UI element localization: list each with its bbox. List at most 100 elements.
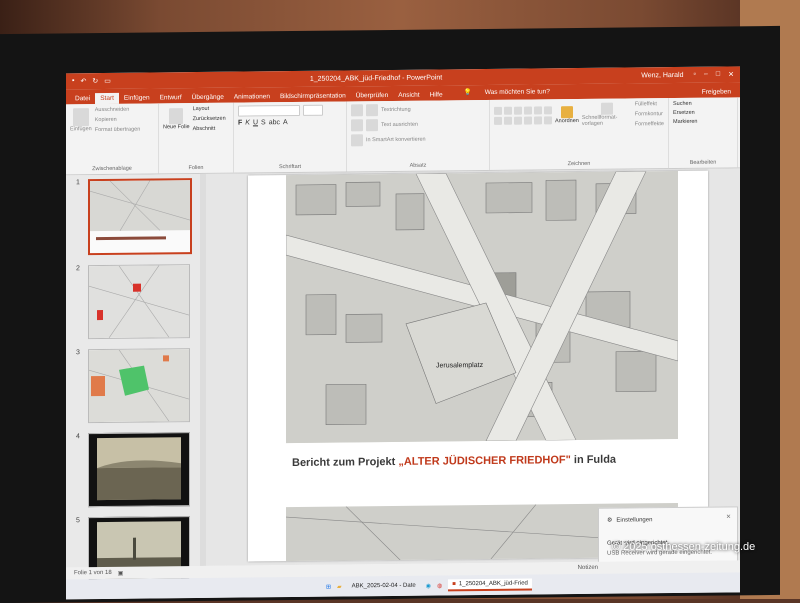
paragraph-label: Absatz: [409, 162, 427, 169]
arrange-icon: [560, 106, 573, 119]
toast-header: Einstellungen: [616, 516, 653, 524]
editing-label: Bearbeiten: [689, 159, 717, 166]
shapes-gallery[interactable]: [494, 106, 552, 125]
thumbnail-number: 1: [76, 179, 80, 187]
share-button[interactable]: Freigeben: [697, 86, 736, 97]
smartart-button[interactable]: In SmartArt konvertieren: [366, 137, 426, 144]
map-label: Jerusalemplatz: [436, 362, 484, 369]
tab-design[interactable]: Entwurf: [155, 92, 187, 103]
bold-icon[interactable]: F: [238, 120, 242, 127]
shape-fill-button[interactable]: Fülleffekt: [635, 101, 664, 107]
tab-help[interactable]: Hilfe: [425, 89, 448, 100]
taskbar-item-powerpoint[interactable]: ■ 1_250204_ABK_jüd-Fried: [448, 578, 532, 592]
taskbar-item-explorer[interactable]: ABK_2025-02-04 - Date: [348, 581, 420, 592]
minimize-icon[interactable]: –: [704, 71, 708, 79]
slide-thumbnails-pane: 1 2 3 4 5: [66, 173, 201, 592]
reset-button[interactable]: Zurücksetzen: [193, 116, 226, 122]
font-color-icon[interactable]: A: [283, 119, 288, 126]
strikethrough-icon[interactable]: abc: [269, 119, 280, 126]
underline-icon[interactable]: U: [253, 119, 258, 126]
cut-button[interactable]: Ausschneiden: [95, 107, 141, 113]
user-name[interactable]: Wenz, Harald: [641, 71, 683, 78]
monitor: ▪ ↶ ↻ ▭ 1_250204_ABK_jüd-Friedhof - Powe…: [0, 25, 780, 603]
settings-icon: ⚙: [607, 517, 613, 524]
notes-button[interactable]: Notizen: [578, 565, 598, 571]
redo-icon[interactable]: ↻: [92, 77, 98, 85]
tell-me-box[interactable]: 💡 Was möchten Sie tun?: [454, 83, 560, 100]
paste-button[interactable]: Einfügen: [70, 108, 92, 132]
font-group: F K U Sabc A Schriftart: [234, 101, 347, 173]
explorer-icon[interactable]: ▰: [337, 583, 342, 590]
thumbnail-number: 3: [76, 349, 80, 357]
columns-icon[interactable]: [351, 134, 363, 147]
quick-styles-button[interactable]: Schnellformat-vorlagen: [582, 102, 632, 127]
powerpoint-window: ▪ ↶ ↻ ▭ 1_250204_ABK_jüd-Friedhof - Powe…: [66, 66, 740, 600]
align-text-button[interactable]: Text ausrichten: [381, 122, 418, 128]
copy-button[interactable]: Kopieren: [95, 117, 141, 123]
close-icon[interactable]: ✕: [728, 70, 734, 78]
ribbon: Einfügen Ausschneiden Kopieren Format üb…: [66, 97, 740, 176]
slide-title: Bericht zum Projekt „ALTER JÜDISCHER FRI…: [292, 454, 616, 469]
powerpoint-icon: ■: [452, 581, 456, 588]
tab-animations[interactable]: Animationen: [229, 91, 275, 102]
edge-icon[interactable]: ◉: [426, 582, 431, 589]
tab-file[interactable]: Datei: [70, 93, 95, 104]
slides-group: Neue Folie Layout Zurücksetzen Abschnitt…: [159, 102, 234, 174]
new-slide-button[interactable]: Neue Folie: [163, 108, 190, 130]
tab-transitions[interactable]: Übergänge: [187, 92, 229, 103]
text-direction-button[interactable]: Textrichtung: [381, 107, 411, 113]
thumbnail-number: 4: [76, 433, 80, 441]
windows-start-icon[interactable]: ⊞: [326, 583, 331, 590]
arrange-button[interactable]: Anordnen: [555, 106, 579, 124]
new-slide-icon: [169, 108, 184, 125]
shape-outline-button[interactable]: Formkontur: [635, 111, 664, 117]
select-button[interactable]: Markieren: [673, 118, 733, 125]
layout-button[interactable]: Layout: [193, 106, 226, 112]
save-icon[interactable]: ▪: [72, 77, 74, 85]
chrome-icon[interactable]: ◍: [437, 582, 442, 589]
slide-canvas[interactable]: Jerusalemplatz Bericht zum Projekt „ALTE…: [248, 170, 708, 562]
thumbnail-scrollbar[interactable]: [200, 173, 206, 566]
align-center-icon[interactable]: [366, 119, 378, 132]
shape-effects-button[interactable]: Formeffekte: [635, 121, 664, 127]
editing-group: Suchen Ersetzen Markieren Bearbeiten: [669, 97, 738, 169]
tab-view[interactable]: Ansicht: [393, 90, 424, 101]
shadow-icon[interactable]: S: [261, 119, 266, 126]
tab-review[interactable]: Überprüfen: [351, 90, 394, 101]
tab-start[interactable]: Start: [95, 92, 119, 105]
bullets-icon[interactable]: [351, 104, 363, 117]
slide-title-highlight: „ALTER JÜDISCHER FRIEDHOF": [398, 454, 571, 468]
tab-insert[interactable]: Einfügen: [119, 92, 155, 103]
italic-icon[interactable]: K: [245, 119, 250, 126]
align-left-icon[interactable]: [351, 119, 363, 132]
slide-thumbnail-2[interactable]: [88, 264, 190, 340]
font-name-input[interactable]: [238, 104, 300, 117]
workspace: 1 2 3 4 5 Jerusalemplatz Bericht zum Pro…: [66, 168, 740, 592]
find-button[interactable]: Suchen: [673, 100, 733, 107]
numbering-icon[interactable]: [366, 104, 378, 117]
slides-label: Folien: [188, 164, 204, 172]
accessibility-icon[interactable]: ▣: [118, 569, 124, 576]
window-title: 1_250204_ABK_jüd-Friedhof - PowerPoint: [309, 73, 443, 83]
replace-button[interactable]: Ersetzen: [673, 109, 733, 116]
thumbnail-number: 2: [76, 265, 80, 273]
present-icon[interactable]: ▭: [104, 77, 111, 85]
cadastral-map-image: Jerusalemplatz: [285, 170, 679, 444]
slide-thumbnail-1[interactable]: [88, 178, 192, 256]
slide-thumbnail-4[interactable]: [88, 432, 190, 508]
paste-icon: [72, 108, 89, 127]
quick-access-toolbar: ▪ ↶ ↻ ▭: [72, 77, 111, 85]
close-icon[interactable]: ✕: [726, 513, 731, 520]
tab-slideshow[interactable]: Bildschirmpräsentation: [275, 90, 351, 102]
maximize-icon[interactable]: □: [716, 71, 720, 79]
slide-thumbnail-3[interactable]: [88, 348, 190, 424]
section-button[interactable]: Abschnitt: [193, 126, 226, 132]
ribbon-options-icon[interactable]: ▫: [694, 71, 696, 79]
format-painter-button[interactable]: Format übertragen: [95, 127, 141, 133]
undo-icon[interactable]: ↶: [80, 77, 86, 85]
lightbulb-icon: 💡: [463, 89, 472, 97]
clipboard-group: Einfügen Ausschneiden Kopieren Format üb…: [66, 103, 159, 175]
slide-title-suffix: in Fulda: [570, 453, 617, 467]
font-size-input[interactable]: [303, 104, 323, 116]
clipboard-label: Zwischenablage: [92, 165, 132, 173]
